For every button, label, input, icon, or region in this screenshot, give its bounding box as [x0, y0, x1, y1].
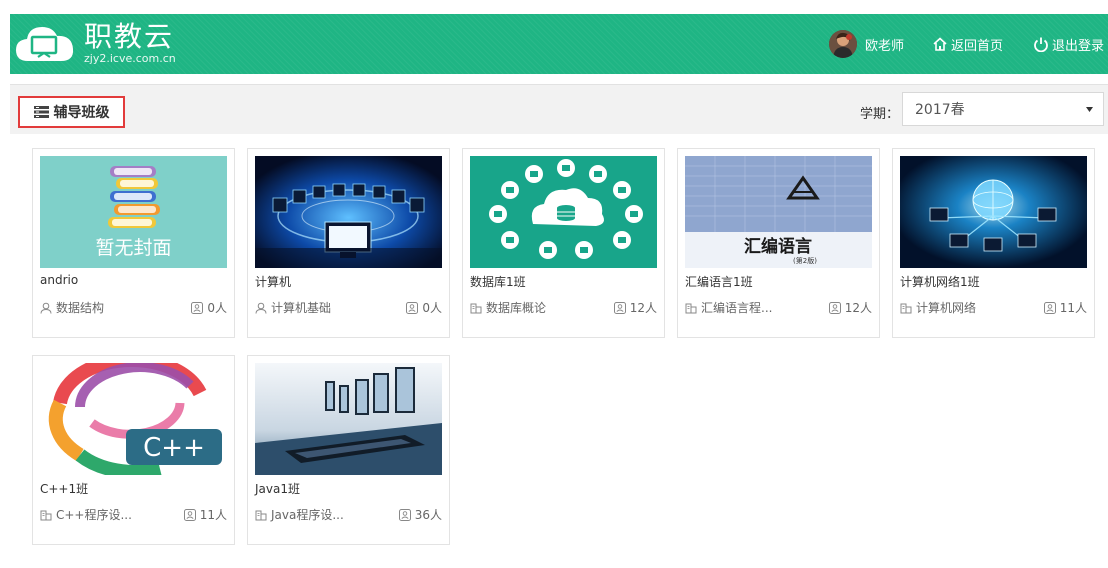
student-count: 12人: [629, 301, 657, 315]
student-count: 12人: [844, 301, 872, 315]
toolbar: 辅导班级 学期： 2017春: [10, 84, 1108, 134]
course-name: C++程序设...: [56, 508, 132, 522]
course-name: 汇编语言程...: [701, 301, 773, 315]
class-card-andrio[interactable]: 暂无封面 andrio 数据结构 0人: [32, 148, 235, 338]
student-count: 0人: [207, 301, 227, 315]
class-cover: [255, 363, 442, 475]
tab-label: 辅导班级: [53, 105, 110, 121]
power-icon: [1034, 37, 1048, 52]
cover-cpp-text: C++: [143, 433, 205, 463]
class-name: 汇编语言1班: [685, 275, 753, 289]
class-cover: [255, 156, 442, 268]
logo-title: 职教云: [84, 20, 175, 53]
building-icon: [470, 303, 482, 313]
home-link-label: 返回首页: [950, 38, 1003, 54]
top-header: 职教云 zjy2.icve.com.cn 欧老师 返回首页 退出登录: [10, 14, 1108, 74]
class-card-network[interactable]: 计算机网络1班 计算机网络 11人: [892, 148, 1095, 338]
term-value: 2017春: [915, 102, 965, 118]
class-cover: [470, 156, 657, 268]
user-menu[interactable]: 欧老师: [828, 30, 904, 58]
home-icon: [933, 37, 947, 51]
class-card-computer[interactable]: 计算机 计算机基础 0人: [247, 148, 450, 338]
avatar: [828, 30, 857, 58]
class-name: C++1班: [40, 482, 89, 496]
cloud-logo-icon: [14, 21, 76, 67]
cover-title: 汇编语言: [744, 236, 812, 257]
logo-subtitle: zjy2.icve.com.cn: [84, 52, 176, 65]
student-count: 11人: [199, 508, 227, 522]
class-card-java[interactable]: Java1班 Java程序设... 36人: [247, 355, 450, 545]
student-count: 36人: [414, 508, 442, 522]
logout-link-label: 退出登录: [1051, 38, 1104, 54]
class-name: 计算机网络1班: [900, 275, 980, 289]
student-count-icon: [191, 301, 204, 314]
building-icon: [255, 510, 267, 520]
course-name: 计算机基础: [271, 301, 332, 315]
caret-down-icon: [1086, 107, 1093, 112]
class-name: 计算机: [255, 275, 292, 289]
class-cover: 暂无封面: [40, 156, 227, 268]
student-count-icon: [1043, 301, 1056, 314]
logo[interactable]: 职教云 zjy2.icve.com.cn: [14, 14, 176, 74]
student-count-icon: [183, 508, 196, 521]
user-outline-icon: [255, 302, 267, 314]
student-count-icon: [398, 508, 411, 521]
building-icon: [685, 303, 697, 313]
student-count: 11人: [1059, 301, 1087, 315]
user-name: 欧老师: [864, 38, 904, 54]
class-card-database[interactable]: 数据库1班 数据库概论 12人: [462, 148, 665, 338]
cover-placeholder-text: 暂无封面: [95, 237, 171, 259]
student-count-icon: [613, 301, 626, 314]
tab-tutoring-classes[interactable]: 辅导班级: [18, 96, 125, 128]
term-label: 学期：: [860, 107, 900, 122]
course-name: 计算机网络: [916, 301, 977, 315]
course-name: 数据结构: [56, 301, 105, 315]
home-link[interactable]: 返回首页: [932, 35, 1003, 54]
course-name: Java程序设...: [271, 508, 344, 522]
class-card-cpp[interactable]: C++ C++1班 C++程序设... 11人: [32, 355, 235, 545]
building-icon: [900, 303, 912, 313]
student-count-icon: [828, 301, 841, 314]
user-outline-icon: [40, 302, 52, 314]
class-name: andrio: [40, 273, 79, 287]
class-cover: C++: [40, 363, 227, 475]
student-count: 0人: [422, 301, 442, 315]
class-name: 数据库1班: [470, 275, 526, 289]
class-cover: [900, 156, 1087, 268]
class-name: Java1班: [255, 482, 300, 496]
class-cover: 汇编语言 (第2版): [685, 156, 872, 268]
list-icon: [33, 106, 49, 118]
class-card-assembly[interactable]: 汇编语言 (第2版) 汇编语言1班 汇编语言程... 12人: [677, 148, 880, 338]
logout-link[interactable]: 退出登录: [1033, 35, 1104, 54]
term-select[interactable]: 2017春: [902, 92, 1104, 126]
student-count-icon: [406, 301, 419, 314]
course-name: 数据库概论: [486, 301, 547, 315]
cover-edition: (第2版): [793, 256, 817, 265]
building-icon: [40, 510, 52, 520]
